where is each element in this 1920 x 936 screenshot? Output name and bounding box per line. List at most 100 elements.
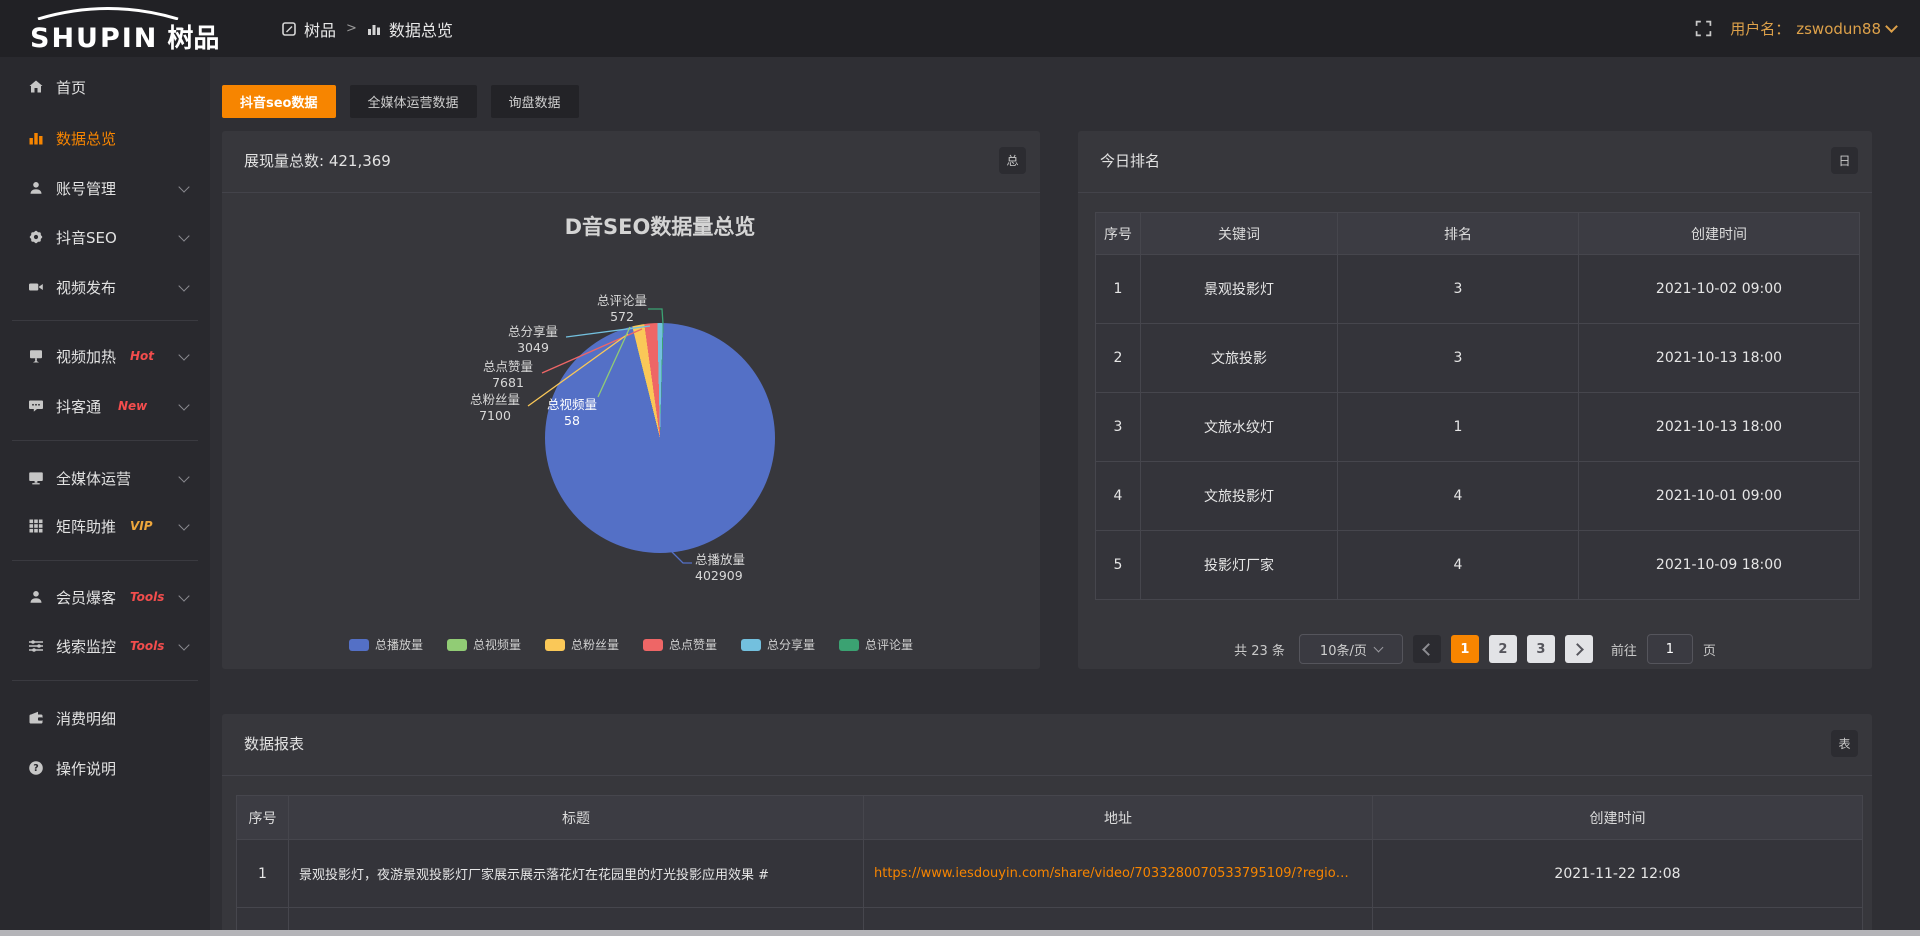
chevron-left-icon xyxy=(1422,643,1435,656)
legend-swatch xyxy=(447,639,467,651)
sidebar-item-douyin-seo[interactable]: 抖音SEO xyxy=(0,217,210,257)
chevron-down-icon xyxy=(178,639,189,650)
header-right: 用户名：zswodun88 xyxy=(1695,0,1896,57)
day-mode-button[interactable]: 日 xyxy=(1831,147,1858,174)
breadcrumb-current[interactable]: 数据总览 xyxy=(389,17,453,41)
cell: 2021-10-01 09:00 xyxy=(1579,462,1859,530)
rank-panel-title: 今日排名 xyxy=(1100,131,1160,192)
sidebar-divider xyxy=(12,440,198,441)
legend-item-likes[interactable]: 总点赞量 xyxy=(643,636,717,653)
legend-swatch xyxy=(545,639,565,651)
username: zswodun88 xyxy=(1796,20,1881,38)
sidebar-item-video-publish[interactable]: 视频发布 xyxy=(0,267,210,307)
goto-page-input[interactable] xyxy=(1647,634,1693,664)
legend-item-fans[interactable]: 总粉丝量 xyxy=(545,636,619,653)
rank-table: 序号 关键词 排名 创建时间 1 景观投影灯 3 2021-10-02 09:0… xyxy=(1095,212,1860,600)
cell: 3 xyxy=(1096,393,1140,461)
tools-badge: Tools xyxy=(130,590,164,604)
home-icon xyxy=(27,79,44,96)
logo[interactable]: SHUPIN 树品 xyxy=(30,6,219,52)
table-mode-button[interactable]: 表 xyxy=(1831,730,1858,757)
column-header: 序号 xyxy=(1096,213,1140,254)
report-url-cell: https://www.iesdouyin.com/share/video/70… xyxy=(864,840,1372,907)
tab-douyin-seo[interactable]: 抖音seo数据 xyxy=(222,85,336,118)
chart-panel-header: 展现量总数: 421,369 总 xyxy=(222,131,1040,193)
help-icon: ? xyxy=(27,760,44,777)
gear-icon xyxy=(27,229,44,246)
column-header: 关键词 xyxy=(1141,213,1337,254)
sidebar-item-matrix-boost[interactable]: 矩阵助推 VIP xyxy=(0,506,210,546)
grid-icon xyxy=(27,518,44,535)
sidebar-item-help[interactable]: ? 操作说明 xyxy=(0,748,210,788)
horizontal-scrollbar[interactable] xyxy=(0,930,1920,936)
sidebar-item-consumption[interactable]: 消费明细 xyxy=(0,698,210,738)
sidebar-item-data-overview[interactable]: 数据总览 xyxy=(0,118,210,158)
cell: 5 xyxy=(1096,531,1140,599)
page-button-1[interactable]: 1 xyxy=(1451,635,1479,663)
chevron-down-icon xyxy=(178,230,189,241)
cell: 1 xyxy=(1096,255,1140,323)
report-panel: 数据报表 表 序号 标题 地址 创建时间 1 景观投影灯，夜游景观投影灯厂家展示… xyxy=(222,714,1872,936)
sidebar-item-home[interactable]: 首页 xyxy=(0,67,210,107)
cell: 2 xyxy=(1096,324,1140,392)
page-button-3[interactable]: 3 xyxy=(1527,635,1555,663)
column-header: 创建时间 xyxy=(1373,796,1862,839)
legend-item-videos[interactable]: 总视频量 xyxy=(447,636,521,653)
pie-label-likes: 总点赞量7681 xyxy=(468,359,548,391)
data-tabs: 抖音seo数据 全媒体运营数据 询盘数据 xyxy=(222,85,579,118)
cell: 4 xyxy=(1096,462,1140,530)
vip-badge: VIP xyxy=(130,519,153,533)
sidebar-item-video-heat[interactable]: 视频加热 Hot xyxy=(0,336,210,376)
screen-icon xyxy=(27,348,44,365)
cell: 2021-10-02 09:00 xyxy=(1579,255,1859,323)
column-header: 地址 xyxy=(864,796,1372,839)
member-icon xyxy=(27,589,44,606)
page-size-select[interactable]: 10条/页 xyxy=(1299,634,1403,664)
user-menu[interactable]: 用户名：zswodun88 xyxy=(1730,18,1896,39)
sidebar-item-media-operation[interactable]: 全媒体运营 xyxy=(0,458,210,498)
report-link[interactable]: https://www.iesdouyin.com/share/video/70… xyxy=(874,866,1349,881)
hot-badge: Hot xyxy=(130,349,154,363)
chevron-right-icon xyxy=(1571,643,1584,656)
legend-item-shares[interactable]: 总分享量 xyxy=(741,636,815,653)
cell: 文旅投影 xyxy=(1141,324,1337,392)
chevron-down-icon xyxy=(1885,20,1898,33)
sidebar-item-lead-monitor[interactable]: 线索监控 Tools xyxy=(0,626,210,666)
total-mode-button[interactable]: 总 xyxy=(999,147,1026,174)
chart-title: D音SEO数据量总览 xyxy=(565,211,756,241)
sidebar-item-douketong[interactable]: 抖客通 New xyxy=(0,386,210,426)
cell: 2021-10-13 18:00 xyxy=(1579,324,1859,392)
rank-panel: 今日排名 日 序号 关键词 排名 创建时间 1 景观投影灯 3 2021-10-… xyxy=(1078,131,1872,669)
chevron-down-icon xyxy=(178,280,189,291)
top-header: SHUPIN 树品 树品 > 数据总览 用户名：zswodun88 xyxy=(0,0,1920,57)
page-button-2[interactable]: 2 xyxy=(1489,635,1517,663)
column-header: 排名 xyxy=(1338,213,1578,254)
chat-bubble-icon xyxy=(27,398,44,415)
sidebar-divider xyxy=(12,320,198,321)
report-panel-title: 数据报表 xyxy=(244,714,304,775)
tools-badge: Tools xyxy=(130,639,164,653)
cell: 4 xyxy=(1338,531,1578,599)
pie[interactable] xyxy=(545,323,775,553)
legend-item-plays[interactable]: 总播放量 xyxy=(349,636,423,653)
logo-text-en: SHUPIN xyxy=(30,25,158,52)
chevron-down-icon xyxy=(178,181,189,192)
cell: 1 xyxy=(1338,393,1578,461)
cell: 2021-10-13 18:00 xyxy=(1579,393,1859,461)
tab-media-operation[interactable]: 全媒体运营数据 xyxy=(350,85,477,118)
fullscreen-icon[interactable] xyxy=(1695,20,1712,37)
prev-page-button[interactable] xyxy=(1413,635,1441,663)
column-header: 标题 xyxy=(289,796,863,839)
next-page-button[interactable] xyxy=(1565,635,1593,663)
legend-item-comments[interactable]: 总评论量 xyxy=(839,636,913,653)
legend-swatch xyxy=(839,639,859,651)
breadcrumb-root[interactable]: 树品 xyxy=(304,17,336,41)
sidebar-item-account[interactable]: 账号管理 xyxy=(0,168,210,208)
sidebar-divider xyxy=(12,680,198,681)
tab-inquiry[interactable]: 询盘数据 xyxy=(491,85,579,118)
chevron-down-icon xyxy=(178,349,189,360)
sidebar-item-member-burst[interactable]: 会员爆客 Tools xyxy=(0,577,210,617)
chart-icon xyxy=(27,130,44,147)
chevron-down-icon xyxy=(178,519,189,530)
pie-label-plays: 总播放量402909 xyxy=(695,552,785,584)
